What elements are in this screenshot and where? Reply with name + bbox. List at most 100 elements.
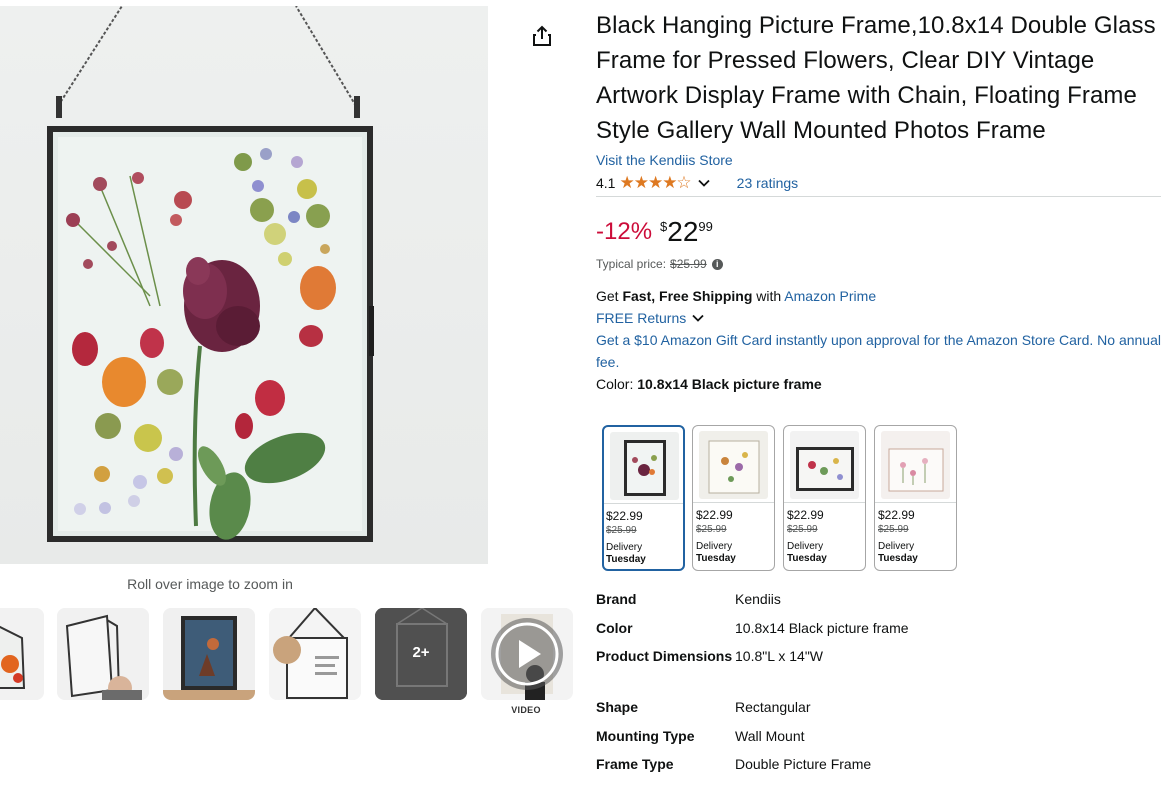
thumbnail-3[interactable]	[163, 608, 255, 700]
star-rating-icon[interactable]: ★★★★☆	[619, 173, 691, 193]
swatch-old-price: $25.99	[787, 524, 818, 535]
thumbnail-frame-on-shelf	[163, 608, 255, 700]
swatch-old-price: $25.99	[696, 524, 727, 535]
thumbnail-chain-detail	[269, 608, 361, 700]
swatch-variant-3[interactable]: $22.99 $25.99 Delivery Tuesday	[783, 425, 866, 571]
product-specs-table: Brand Kendiis Color 10.8x14 Black pictur…	[596, 588, 1156, 775]
swatch-black-frame[interactable]: $22.99 $25.99 Delivery Tuesday	[602, 425, 685, 571]
price-whole: 22	[667, 216, 699, 247]
spec-key: Color	[596, 620, 633, 636]
rating-value: 4.1	[596, 175, 616, 191]
free-returns-link[interactable]: FREE Returns	[596, 307, 686, 329]
price-fraction: 99	[698, 219, 713, 234]
swatch-image	[610, 432, 679, 500]
spec-value: Rectangular	[735, 699, 811, 715]
swatch-price: $22.99	[696, 508, 733, 522]
color-label: Color:	[596, 376, 634, 392]
spec-key: Product Dimensions	[596, 648, 733, 664]
price-currency: $	[660, 219, 668, 234]
video-label: VIDEO	[511, 705, 541, 715]
shipping-with-text: with	[756, 288, 782, 304]
rating-row: 4.1 ★★★★☆ 23 ratings	[596, 172, 1161, 194]
thumbnail-1[interactable]	[0, 608, 44, 700]
thumbnail-more[interactable]: 2+	[375, 608, 467, 700]
gift-card-offer-link[interactable]: Get a $10 Amazon Gift Card instantly upo…	[596, 329, 1161, 373]
spec-key: Brand	[596, 591, 637, 607]
product-title: Black Hanging Picture Frame,10.8x14 Doub…	[596, 12, 1156, 144]
thumbnail-strip: 2+ VIDEO	[0, 608, 580, 718]
spec-value: Wall Mount	[735, 728, 805, 744]
spec-row-shape: Shape Rectangular	[596, 696, 1156, 725]
store-link[interactable]: Visit the Kendiis Store	[596, 152, 733, 168]
spec-key: Frame Type	[596, 756, 674, 772]
divider	[596, 196, 1161, 197]
swatch-delivery-day: Tuesday	[878, 553, 918, 564]
shipping-get-text: Get	[596, 288, 619, 304]
swatch-variant-3-thumb	[790, 431, 859, 499]
thumbnail-frame-orange-flowers	[0, 608, 44, 700]
swatch-variant-2[interactable]: $22.99 $25.99 Delivery Tuesday	[692, 425, 775, 571]
typical-price-label: Typical price:	[596, 257, 667, 271]
swatch-variant-4-thumb	[881, 431, 950, 499]
spec-key: Shape	[596, 699, 639, 715]
more-images-count: 2+	[412, 644, 430, 661]
swatch-price: $22.99	[787, 508, 824, 522]
swatch-separator	[604, 503, 683, 504]
spec-value: 10.8x14 Black picture frame	[735, 620, 909, 636]
swatch-old-price: $25.99	[878, 524, 909, 535]
swatch-variant-2-thumb	[699, 431, 768, 499]
swatch-variant-4[interactable]: $22.99 $25.99 Delivery Tuesday	[874, 425, 957, 571]
hanging-frame-illustration	[47, 6, 374, 542]
typical-price: Typical price: $25.99 i	[596, 257, 1161, 271]
chevron-down-icon[interactable]	[697, 176, 711, 190]
swatch-price: $22.99	[878, 508, 915, 522]
returns-row[interactable]: FREE Returns	[596, 307, 1161, 329]
product-info: Black Hanging Picture Frame,10.8x14 Doub…	[596, 8, 1161, 395]
price-row: -12% $ 22 99	[596, 215, 1161, 249]
swatch-delivery-day: Tuesday	[606, 554, 646, 565]
spec-row-dimensions: Product Dimensions 10.8"L x 14"W	[596, 645, 1156, 696]
selected-color: 10.8x14 Black picture frame	[637, 376, 822, 392]
swatch-old-price: $25.99	[606, 525, 637, 536]
zoom-hint: Roll over image to zoom in	[127, 576, 293, 592]
spec-key: Mounting Type	[596, 728, 695, 744]
ratings-count-link[interactable]: 23 ratings	[737, 175, 798, 191]
spec-row-brand: Brand Kendiis	[596, 588, 1156, 617]
spec-row-mounting-type: Mounting Type Wall Mount	[596, 725, 1156, 753]
thumbnail-hand-opening-frame	[57, 608, 149, 700]
share-button[interactable]	[530, 24, 554, 48]
thumbnail-video[interactable]	[481, 608, 573, 700]
swatch-black-frame-thumb	[610, 432, 679, 500]
thumbnail-2[interactable]	[57, 608, 149, 700]
swatch-separator	[693, 502, 774, 503]
discount-percent: -12%	[596, 218, 653, 245]
swatch-separator	[875, 502, 956, 503]
swatch-delivery: Delivery	[696, 541, 733, 552]
spec-value: Double Picture Frame	[735, 756, 872, 772]
swatch-delivery-day: Tuesday	[696, 553, 736, 564]
spec-value: 10.8"L x 14"W	[735, 648, 824, 664]
thumbnail-4[interactable]	[269, 608, 361, 700]
typical-price-value: $25.99	[670, 257, 707, 271]
main-product-image[interactable]	[0, 6, 488, 564]
info-icon[interactable]: i	[711, 258, 723, 270]
swatch-image	[790, 431, 859, 499]
swatch-delivery: Delivery	[787, 541, 824, 552]
shipping-line: Get Fast, Free Shipping with Amazon Prim…	[596, 285, 1161, 307]
swatch-separator	[784, 502, 865, 503]
color-selection: Color: 10.8x14 Black picture frame	[596, 373, 1161, 395]
spec-value: Kendiis	[735, 591, 781, 607]
chevron-down-icon[interactable]	[691, 311, 705, 325]
swatch-delivery-day: Tuesday	[787, 553, 827, 564]
video-thumbnail	[481, 608, 573, 700]
swatch-image	[699, 431, 768, 499]
share-icon	[533, 25, 551, 46]
fast-free-shipping-text: Fast, Free Shipping	[622, 288, 753, 304]
spec-row-color: Color 10.8x14 Black picture frame	[596, 617, 1156, 645]
swatch-image	[881, 431, 950, 499]
spec-row-frame-type: Frame Type Double Picture Frame	[596, 753, 1156, 775]
swatch-delivery: Delivery	[878, 541, 915, 552]
color-swatches: $22.99 $25.99 Delivery Tuesday $22.99 $2…	[602, 425, 962, 571]
swatch-price: $22.99	[606, 509, 643, 523]
amazon-prime-link[interactable]: Amazon Prime	[784, 288, 876, 304]
